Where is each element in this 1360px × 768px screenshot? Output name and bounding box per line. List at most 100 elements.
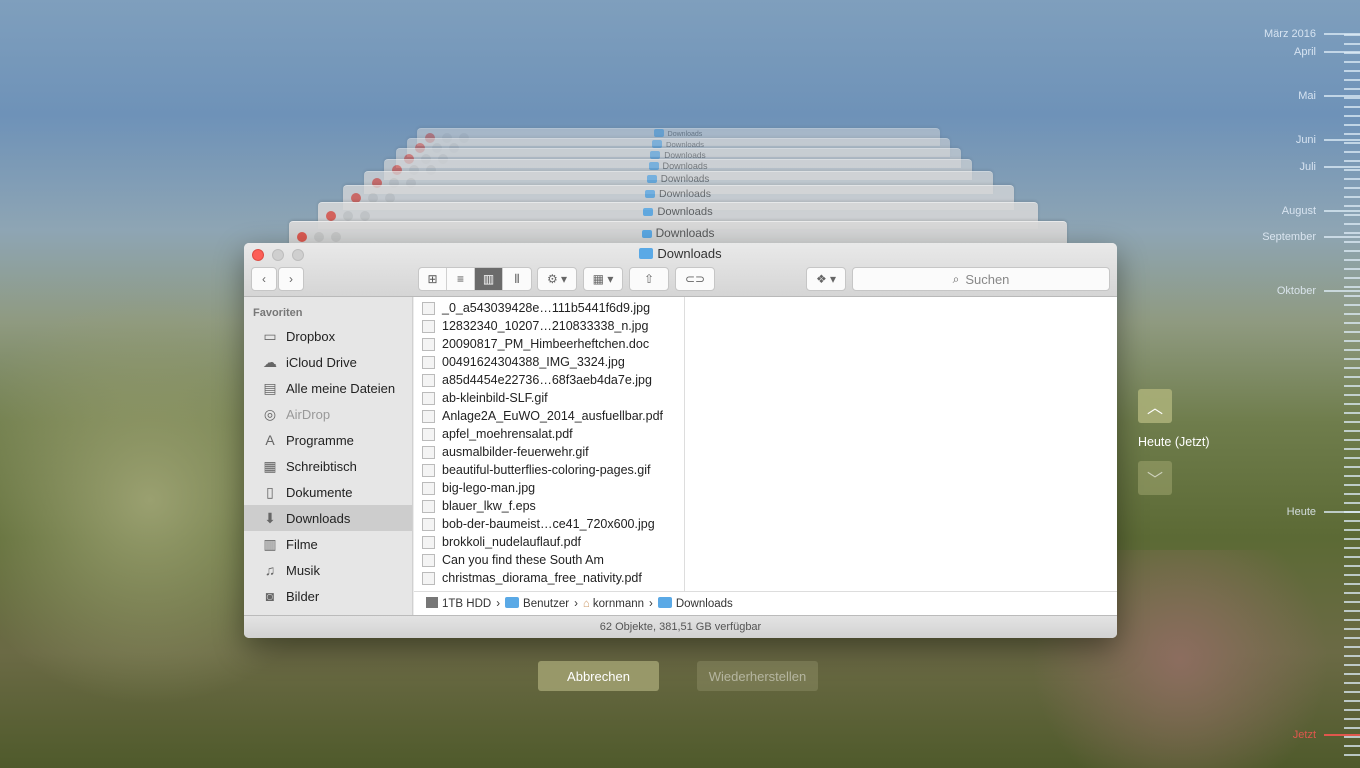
timeline-tick[interactable] <box>1344 268 1360 270</box>
timeline-tick[interactable] <box>1344 664 1360 666</box>
timeline-tick[interactable] <box>1344 349 1360 351</box>
timeline-tick[interactable] <box>1344 79 1360 81</box>
file-item[interactable]: 20090817_PM_Himbeerheftchen.doc <box>414 335 684 353</box>
timeline-tick[interactable] <box>1344 61 1360 63</box>
timeline-tick[interactable] <box>1344 520 1360 522</box>
timeline-tick[interactable] <box>1344 403 1360 405</box>
timeline-tick[interactable] <box>1344 628 1360 630</box>
navigate-forward-arrow-icon[interactable]: ﹀ <box>1138 461 1172 495</box>
timeline-tick[interactable] <box>1344 682 1360 684</box>
path-item[interactable]: ⌂ kornmann <box>583 598 644 610</box>
timeline-tick[interactable] <box>1344 673 1360 675</box>
file-item[interactable]: ausmalbilder-feuerwehr.gif <box>414 443 684 461</box>
timeline-tick[interactable] <box>1344 430 1360 432</box>
timeline-tick[interactable] <box>1344 592 1360 594</box>
forward-button[interactable]: › <box>278 267 304 291</box>
file-item[interactable]: apfel_moehrensalat.pdf <box>414 425 684 443</box>
timeline-tick[interactable] <box>1344 718 1360 720</box>
timeline-tick[interactable] <box>1344 178 1360 180</box>
timeline-tick[interactable] <box>1344 700 1360 702</box>
timeline-tick[interactable] <box>1344 43 1360 45</box>
file-item[interactable]: big-lego-man.jpg <box>414 479 684 497</box>
timeline-tick[interactable] <box>1344 241 1360 243</box>
timeline-tick[interactable] <box>1344 124 1360 126</box>
timeline-tick[interactable] <box>1344 637 1360 639</box>
timeline-tick[interactable] <box>1344 286 1360 288</box>
timeline-tick[interactable] <box>1344 295 1360 297</box>
timeline-major-tick[interactable] <box>1324 236 1360 238</box>
timeline-label[interactable]: Mai <box>1298 90 1316 102</box>
sidebar-item-airdrop[interactable]: ◎ AirDrop <box>244 401 412 427</box>
file-item[interactable]: ab-kleinbild-SLF.gif <box>414 389 684 407</box>
timeline-label[interactable]: September <box>1262 231 1316 243</box>
timeline-tick[interactable] <box>1344 502 1360 504</box>
timeline-tick[interactable] <box>1344 421 1360 423</box>
file-item[interactable]: a85d4454e22736…68f3aeb4da7e.jpg <box>414 371 684 389</box>
timeline-tick[interactable] <box>1344 169 1360 171</box>
file-item[interactable]: christmas_diorama_free_nativity.pdf <box>414 569 684 587</box>
timeline-tick[interactable] <box>1344 610 1360 612</box>
timeline-major-tick[interactable] <box>1324 95 1360 97</box>
sidebar-item-dokumente[interactable]: ▯ Dokumente <box>244 479 412 505</box>
timeline-tick[interactable] <box>1344 358 1360 360</box>
file-item[interactable]: beautiful-butterflies-coloring-pages.gif <box>414 461 684 479</box>
timeline-tick[interactable] <box>1344 142 1360 144</box>
timeline-major-tick[interactable] <box>1324 734 1360 736</box>
timeline-tick[interactable] <box>1344 691 1360 693</box>
timeline-major-tick[interactable] <box>1324 210 1360 212</box>
file-item[interactable]: 00491624304388_IMG_3324.jpg <box>414 353 684 371</box>
timeline-tick[interactable] <box>1344 115 1360 117</box>
timeline-tick[interactable] <box>1344 313 1360 315</box>
timeline-label[interactable]: Juli <box>1299 161 1316 173</box>
timeline-major-tick[interactable] <box>1324 511 1360 513</box>
timeline-tick[interactable] <box>1344 574 1360 576</box>
arrange-button[interactable]: ▦ ▾ <box>583 267 623 291</box>
icon-view-button[interactable]: ⊞ <box>419 268 447 290</box>
timeline-tick[interactable] <box>1344 205 1360 207</box>
timeline-tick[interactable] <box>1344 556 1360 558</box>
file-item[interactable]: Anlage2A_EuWO_2014_ausfuellbar.pdf <box>414 407 684 425</box>
timeline-tick[interactable] <box>1344 160 1360 162</box>
sidebar-item-icloud-drive[interactable]: ☁ iCloud Drive <box>244 349 412 375</box>
timeline-tick[interactable] <box>1344 277 1360 279</box>
timeline-tick[interactable] <box>1344 754 1360 756</box>
timeline-tick[interactable] <box>1344 412 1360 414</box>
timeline-tick[interactable] <box>1344 457 1360 459</box>
share-button[interactable]: ⇧ <box>629 267 669 291</box>
timeline-tick[interactable] <box>1344 376 1360 378</box>
timeline-tick[interactable] <box>1344 340 1360 342</box>
timeline-tick[interactable] <box>1344 88 1360 90</box>
timeline-major-tick[interactable] <box>1324 51 1360 53</box>
timeline[interactable]: März 2016 April Mai Juni Juli August September… <box>1240 0 1360 768</box>
restore-button[interactable]: Wiederherstellen <box>697 661 818 691</box>
timeline-tick[interactable] <box>1344 232 1360 234</box>
timeline-tick[interactable] <box>1344 448 1360 450</box>
sidebar-item-filme[interactable]: ▥ Filme <box>244 531 412 557</box>
timeline-tick[interactable] <box>1344 250 1360 252</box>
timeline-tick[interactable] <box>1344 304 1360 306</box>
timeline-tick[interactable] <box>1344 259 1360 261</box>
file-item[interactable]: brokkoli_nudelauflauf.pdf <box>414 533 684 551</box>
timeline-tick[interactable] <box>1344 196 1360 198</box>
timeline-label[interactable]: Juni <box>1296 134 1316 146</box>
timeline-tick[interactable] <box>1344 655 1360 657</box>
path-item[interactable]: Downloads <box>657 597 733 610</box>
column-view-button[interactable]: ▥ <box>475 268 503 290</box>
timeline-tick[interactable] <box>1344 583 1360 585</box>
timeline-tick[interactable] <box>1344 493 1360 495</box>
timeline-tick[interactable] <box>1344 223 1360 225</box>
timeline-tick[interactable] <box>1344 322 1360 324</box>
timeline-tick[interactable] <box>1344 385 1360 387</box>
timeline-tick[interactable] <box>1344 214 1360 216</box>
timeline-tick[interactable] <box>1344 619 1360 621</box>
action-gear-button[interactable]: ⚙ ▾ <box>537 267 577 291</box>
timeline-tick[interactable] <box>1344 187 1360 189</box>
file-item[interactable]: blauer_lkw_f.eps <box>414 497 684 515</box>
timeline-major-tick[interactable] <box>1324 33 1360 35</box>
list-view-button[interactable]: ≡ <box>447 268 475 290</box>
timeline-major-tick[interactable] <box>1324 139 1360 141</box>
timeline-tick[interactable] <box>1344 484 1360 486</box>
timeline-label[interactable]: April <box>1294 46 1316 58</box>
timeline-label[interactable]: Heute <box>1287 506 1316 518</box>
file-item[interactable]: bob-der-baumeist…ce41_720x600.jpg <box>414 515 684 533</box>
